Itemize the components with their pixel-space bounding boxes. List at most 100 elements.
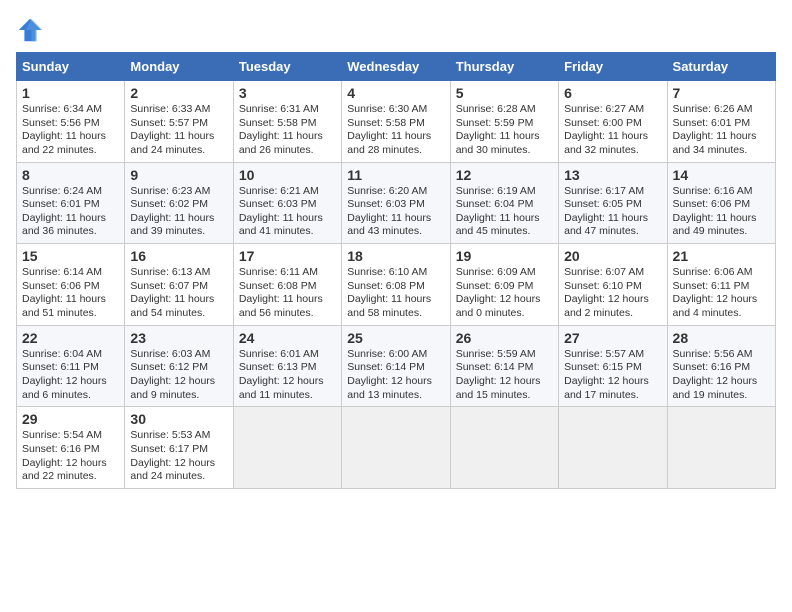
day-detail: and 47 minutes. [564,225,661,239]
day-detail: and 0 minutes. [456,307,553,321]
day-detail: Daylight: 12 hours [130,375,227,389]
day-number: 11 [347,167,444,183]
header-wednesday: Wednesday [342,53,450,81]
day-detail: Sunrise: 6:09 AM [456,266,553,280]
day-detail: Daylight: 11 hours [673,212,770,226]
calendar-cell: 8Sunrise: 6:24 AMSunset: 6:01 PMDaylight… [17,162,125,244]
header-friday: Friday [559,53,667,81]
day-number: 1 [22,85,119,101]
day-detail: Sunset: 6:00 PM [564,117,661,131]
day-number: 21 [673,248,770,264]
day-detail: Sunset: 6:09 PM [456,280,553,294]
day-detail: Daylight: 11 hours [130,212,227,226]
day-detail: Sunset: 6:17 PM [130,443,227,457]
day-detail: and 45 minutes. [456,225,553,239]
day-number: 13 [564,167,661,183]
day-detail: Sunrise: 6:17 AM [564,185,661,199]
day-number: 2 [130,85,227,101]
calendar-cell: 6Sunrise: 6:27 AMSunset: 6:00 PMDaylight… [559,81,667,163]
day-detail: Daylight: 11 hours [130,293,227,307]
day-detail: Sunrise: 6:30 AM [347,103,444,117]
day-detail: Sunset: 5:56 PM [22,117,119,131]
calendar-cell: 26Sunrise: 5:59 AMSunset: 6:14 PMDayligh… [450,325,558,407]
day-detail: and 22 minutes. [22,470,119,484]
day-number: 3 [239,85,336,101]
day-detail: Daylight: 12 hours [564,293,661,307]
day-detail: Daylight: 11 hours [22,293,119,307]
calendar-cell: 18Sunrise: 6:10 AMSunset: 6:08 PMDayligh… [342,244,450,326]
calendar-cell: 19Sunrise: 6:09 AMSunset: 6:09 PMDayligh… [450,244,558,326]
calendar-cell: 9Sunrise: 6:23 AMSunset: 6:02 PMDaylight… [125,162,233,244]
day-detail: Sunset: 6:16 PM [22,443,119,457]
day-detail: Sunrise: 6:10 AM [347,266,444,280]
day-detail: and 49 minutes. [673,225,770,239]
day-detail: and 43 minutes. [347,225,444,239]
day-number: 4 [347,85,444,101]
day-detail: Sunset: 6:05 PM [564,198,661,212]
calendar-cell: 23 Sunrise: 6:03 AMSunset: 6:12 PMDayligh… [125,325,233,407]
day-detail: and 24 minutes. [130,470,227,484]
day-detail: Sunset: 6:06 PM [673,198,770,212]
day-detail: Daylight: 11 hours [673,130,770,144]
day-number: 27 [564,330,661,346]
day-detail: Sunset: 6:07 PM [130,280,227,294]
day-number: 22 [22,330,119,346]
day-detail: and 17 minutes. [564,389,661,403]
day-number: 23 [130,330,227,346]
day-detail: Sunrise: 6:03 AM [130,348,227,362]
day-detail: Daylight: 12 hours [673,375,770,389]
day-number: 28 [673,330,770,346]
calendar-cell: 20Sunrise: 6:07 AMSunset: 6:10 PMDayligh… [559,244,667,326]
day-detail: Daylight: 11 hours [130,130,227,144]
day-detail: Daylight: 12 hours [347,375,444,389]
day-detail: Sunrise: 6:04 AM [22,348,119,362]
day-detail: Daylight: 11 hours [239,130,336,144]
day-detail: Daylight: 12 hours [456,293,553,307]
day-number: 25 [347,330,444,346]
day-detail: and 26 minutes. [239,144,336,158]
calendar-cell: 4Sunrise: 6:30 AMSunset: 5:58 PMDaylight… [342,81,450,163]
calendar-cell [233,407,341,489]
day-detail: Sunrise: 5:59 AM [456,348,553,362]
day-detail: Sunset: 6:12 PM [130,361,227,375]
day-detail: Daylight: 11 hours [347,293,444,307]
day-detail: Sunset: 6:11 PM [673,280,770,294]
day-detail: Daylight: 12 hours [239,375,336,389]
day-detail: and 58 minutes. [347,307,444,321]
day-detail: Daylight: 12 hours [673,293,770,307]
day-detail: Sunrise: 6:13 AM [130,266,227,280]
calendar-cell: 27Sunrise: 5:57 AMSunset: 6:15 PMDayligh… [559,325,667,407]
day-detail: Sunset: 6:08 PM [239,280,336,294]
day-detail: Daylight: 11 hours [347,212,444,226]
day-detail: Sunset: 5:58 PM [239,117,336,131]
day-detail: Daylight: 11 hours [456,130,553,144]
calendar-week-3: 15Sunrise: 6:14 AMSunset: 6:06 PMDayligh… [17,244,776,326]
day-detail: Daylight: 12 hours [22,457,119,471]
day-detail: Sunset: 6:08 PM [347,280,444,294]
day-detail: Sunrise: 6:34 AM [22,103,119,117]
day-detail: Daylight: 11 hours [564,130,661,144]
day-detail: Sunset: 6:14 PM [347,361,444,375]
day-detail: and 6 minutes. [22,389,119,403]
day-detail: and 2 minutes. [564,307,661,321]
calendar-cell: 1Sunrise: 6:34 AMSunset: 5:56 PMDaylight… [17,81,125,163]
header-monday: Monday [125,53,233,81]
calendar-cell: 3Sunrise: 6:31 AMSunset: 5:58 PMDaylight… [233,81,341,163]
day-number: 29 [22,411,119,427]
calendar-week-4: 22Sunrise: 6:04 AMSunset: 6:11 PMDayligh… [17,325,776,407]
day-detail: and 51 minutes. [22,307,119,321]
day-number: 15 [22,248,119,264]
day-detail: Sunrise: 5:53 AM [130,429,227,443]
calendar-cell [667,407,775,489]
day-detail: and 41 minutes. [239,225,336,239]
calendar-cell: 22Sunrise: 6:04 AMSunset: 6:11 PMDayligh… [17,325,125,407]
day-detail: Sunrise: 6:27 AM [564,103,661,117]
calendar-cell: 16Sunrise: 6:13 AMSunset: 6:07 PMDayligh… [125,244,233,326]
day-detail: and 9 minutes. [130,389,227,403]
day-detail: Sunrise: 6:24 AM [22,185,119,199]
day-detail: Sunrise: 6:06 AM [673,266,770,280]
day-detail: Sunset: 5:58 PM [347,117,444,131]
day-detail: and 11 minutes. [239,389,336,403]
day-number: 14 [673,167,770,183]
day-detail: Sunrise: 6:26 AM [673,103,770,117]
